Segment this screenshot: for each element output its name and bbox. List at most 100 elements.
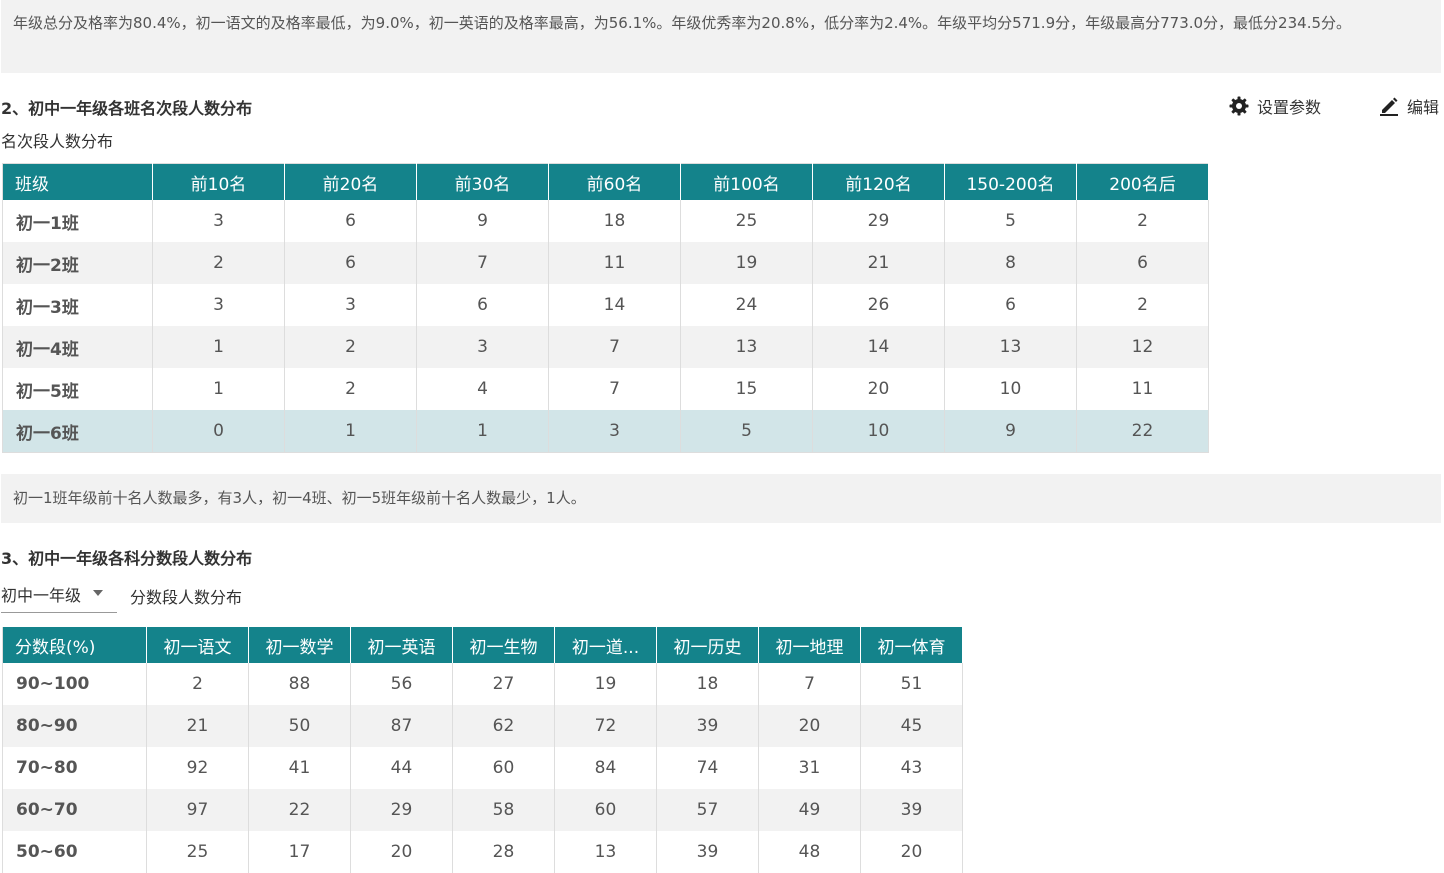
table-cell: 11 — [1076, 368, 1209, 410]
column-header: 班级 — [2, 163, 153, 200]
table-cell: 20 — [860, 831, 963, 873]
table-cell: 25 — [146, 831, 249, 873]
table-cell: 28 — [452, 831, 555, 873]
table-cell: 2 — [1076, 284, 1209, 326]
column-header: 前20名 — [284, 163, 417, 200]
column-header: 初一语文 — [146, 627, 249, 663]
table-cell: 58 — [452, 789, 555, 831]
table-cell: 1 — [284, 410, 417, 453]
table-cell: 7 — [548, 326, 681, 368]
row-label-cell: 初一2班 — [2, 242, 153, 284]
row-label-cell: 50~60 — [2, 831, 147, 873]
table-cell: 2 — [284, 368, 417, 410]
table-cell: 9 — [416, 200, 549, 242]
table-cell: 19 — [680, 242, 813, 284]
table-cell: 15 — [680, 368, 813, 410]
caret-down-icon — [93, 590, 104, 596]
table-cell: 18 — [656, 663, 759, 705]
table-cell: 22 — [248, 789, 351, 831]
table-header-row: 班级 前10名 前20名 前30名 前60名 前100名 前120名 150-200名 200名… — [2, 163, 1209, 200]
rank-distribution-subtitle: 名次段人数分布 — [1, 132, 114, 151]
table-cell: 19 — [554, 663, 657, 705]
table-row: 50~60 25 17 20 28 13 39 48 20 — [2, 831, 963, 873]
settings-button[interactable]: 设置参数 — [1229, 94, 1321, 118]
table-cell: 60 — [452, 747, 555, 789]
table-cell: 57 — [656, 789, 759, 831]
table-cell: 45 — [860, 705, 963, 747]
table-cell: 6 — [944, 284, 1077, 326]
score-distribution-subtitle: 分数段人数分布 — [130, 588, 243, 607]
table-cell: 39 — [656, 705, 759, 747]
table-cell: 1 — [152, 326, 285, 368]
column-header: 前10名 — [152, 163, 285, 200]
table-cell: 24 — [680, 284, 813, 326]
row-label-cell: 90~100 — [2, 663, 147, 705]
row-label-cell: 初一5班 — [2, 368, 153, 410]
table-cell: 21 — [812, 242, 945, 284]
table-cell: 0 — [152, 410, 285, 453]
table-cell: 10 — [944, 368, 1077, 410]
class-summary-text: 初一1班年级前十名人数最多，有3人，初一4班、初一5班年级前十名人数最少，1人。 — [1, 474, 1441, 523]
table-row: 初一2班 2 6 7 11 19 21 8 6 — [2, 242, 1209, 284]
table-cell: 43 — [860, 747, 963, 789]
column-header: 分数段(%) — [2, 627, 147, 663]
row-label-cell: 70~80 — [2, 747, 147, 789]
table-header-row: 分数段(%) 初一语文 初一数学 初一英语 初一生物 初一道... 初一历史 初一地理 初一体育 — [2, 627, 963, 663]
table-cell: 5 — [944, 200, 1077, 242]
grade-summary-text: 年级总分及格率为80.4%，初一语文的及格率最低，为9.0%，初一英语的及格率最… — [1, 0, 1441, 73]
column-header: 前120名 — [812, 163, 945, 200]
settings-label: 设置参数 — [1257, 98, 1322, 117]
table-cell: 2 — [284, 326, 417, 368]
table-cell: 14 — [812, 326, 945, 368]
table-cell: 74 — [656, 747, 759, 789]
table-cell: 60 — [554, 789, 657, 831]
table-cell: 18 — [548, 200, 681, 242]
table-cell: 3 — [152, 284, 285, 326]
table-cell: 17 — [248, 831, 351, 873]
table-row: 初一1班 3 6 9 18 25 29 5 2 — [2, 200, 1209, 242]
table-cell: 20 — [758, 705, 861, 747]
table-cell: 14 — [548, 284, 681, 326]
column-header: 初一生物 — [452, 627, 555, 663]
table-cell: 12 — [1076, 326, 1209, 368]
table-cell: 6 — [416, 284, 549, 326]
column-header: 初一历史 — [656, 627, 759, 663]
gear-icon — [1229, 96, 1249, 116]
table-cell: 2 — [146, 663, 249, 705]
column-header: 前100名 — [680, 163, 813, 200]
table-cell: 29 — [350, 789, 453, 831]
table-cell: 39 — [860, 789, 963, 831]
pencil-icon — [1380, 97, 1398, 116]
table-cell: 3 — [284, 284, 417, 326]
table-cell: 3 — [548, 410, 681, 453]
table-cell: 20 — [350, 831, 453, 873]
table-cell: 1 — [416, 410, 549, 453]
table-cell: 97 — [146, 789, 249, 831]
table-cell: 5 — [680, 410, 813, 453]
column-header: 150-200名 — [944, 163, 1077, 200]
table-cell: 2 — [152, 242, 285, 284]
row-label-cell: 初一1班 — [2, 200, 153, 242]
table-cell: 10 — [812, 410, 945, 453]
row-label-cell: 80~90 — [2, 705, 147, 747]
table-cell: 48 — [758, 831, 861, 873]
table-cell: 22 — [1076, 410, 1209, 453]
table-cell: 6 — [284, 242, 417, 284]
table-cell: 29 — [812, 200, 945, 242]
column-header: 前60名 — [548, 163, 681, 200]
table-row: 90~100 2 88 56 27 19 18 7 51 — [2, 663, 963, 705]
table-cell: 51 — [860, 663, 963, 705]
table-row: 初一5班 1 2 4 7 15 20 10 11 — [2, 368, 1209, 410]
edit-button[interactable]: 编辑 — [1379, 94, 1439, 118]
table-cell: 3 — [416, 326, 549, 368]
grade-select-value: 初中一年级 — [1, 586, 82, 605]
table-cell: 1 — [152, 368, 285, 410]
table-row: 初一6班 0 1 1 3 5 10 9 22 — [2, 410, 1209, 453]
table-cell: 13 — [944, 326, 1077, 368]
table-cell: 92 — [146, 747, 249, 789]
table-cell: 72 — [554, 705, 657, 747]
grade-select-dropdown[interactable]: 初中一年级 — [1, 582, 117, 613]
table-cell: 44 — [350, 747, 453, 789]
table-row: 60~70 97 22 29 58 60 57 49 39 — [2, 789, 963, 831]
column-header: 初一数学 — [248, 627, 351, 663]
